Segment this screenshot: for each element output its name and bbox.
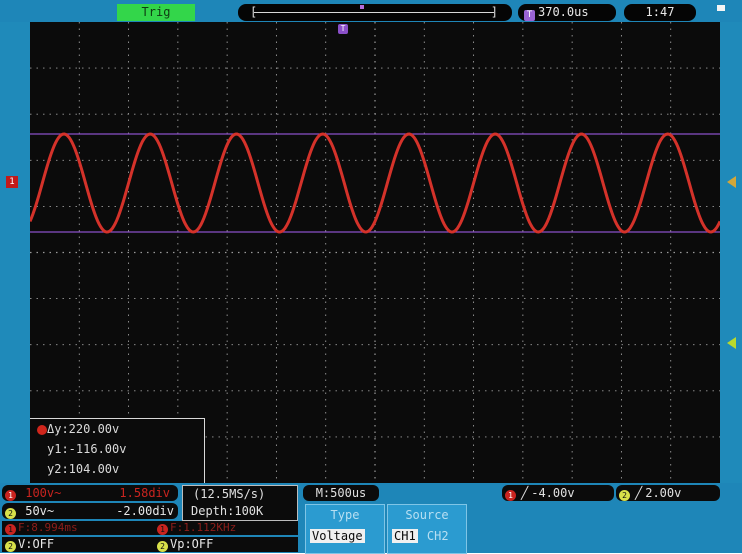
left-marker-strip bbox=[0, 22, 30, 483]
meas-ch1-badge-icon-2: 1 bbox=[157, 524, 168, 535]
meas-ch2-badge-icon: 2 bbox=[5, 541, 16, 552]
meas-ch2-badge-icon-2: 2 bbox=[157, 541, 168, 552]
cursor-delta: Δy:220.00v bbox=[47, 422, 120, 436]
menu-source-title: Source bbox=[405, 508, 449, 522]
memory-depth: Depth:100K bbox=[191, 504, 264, 518]
meas-ch1-freq: F:1.112KHz bbox=[170, 521, 237, 534]
trigger-position-value: 370.0us bbox=[538, 5, 589, 19]
menu-type-value: Voltage bbox=[310, 529, 365, 543]
source-option-ch1[interactable]: CH1 bbox=[392, 529, 418, 543]
trigger-ch2-level: 2.00v bbox=[645, 486, 682, 500]
rising-edge-icon: ╱ bbox=[521, 486, 529, 500]
trigger-position-readout: T 370.0us bbox=[518, 4, 616, 21]
ch1-dot-icon bbox=[37, 425, 47, 435]
meas-ch1-period: F:8.994ms bbox=[18, 521, 78, 534]
memory-track bbox=[254, 12, 494, 13]
trigger-level-arrow-icon[interactable] bbox=[727, 176, 736, 188]
trigger-ch2-badge-icon: 2 bbox=[619, 490, 630, 501]
memory-position-bar: [ ] bbox=[238, 4, 512, 21]
memory-pointer-icon bbox=[360, 5, 364, 9]
trigger-ch1-readout[interactable]: 1 ╱ -4.00v bbox=[502, 485, 614, 501]
ch2-trigger-arrow-icon[interactable] bbox=[727, 337, 736, 349]
trigger-ch1-badge-icon: 1 bbox=[505, 490, 516, 501]
ch1-badge-icon: 1 bbox=[5, 490, 16, 501]
source-option-ch2[interactable]: CH2 bbox=[425, 529, 451, 543]
ch1-position: 1.58div bbox=[119, 486, 170, 500]
menu-type-button[interactable]: Type Voltage bbox=[305, 504, 385, 554]
ch1-info[interactable]: 1 100v~ 1.58div bbox=[2, 485, 178, 501]
cursor-readout-panel: Δy:220.00v y1:-116.00v y2:104.00v bbox=[30, 418, 205, 483]
sample-rate: (12.5MS/s) bbox=[193, 487, 266, 501]
bracket-right-icon: ] bbox=[490, 5, 498, 19]
acquisition-info: (12.5MS/s) Depth:100K bbox=[182, 485, 298, 521]
trigger-time-marker-icon[interactable]: T bbox=[338, 24, 348, 34]
cursor-y1: y1:-116.00v bbox=[47, 442, 127, 456]
timebase-readout[interactable]: M:500us bbox=[303, 485, 379, 501]
ch2-info[interactable]: 2 50v~ -2.00div bbox=[2, 503, 178, 519]
meas-ch1-badge-icon: 1 bbox=[5, 524, 16, 535]
trigger-position-icon: T bbox=[524, 10, 535, 21]
menu-type-title: Type bbox=[330, 508, 360, 522]
oscilloscope-screen: Trig [ ] T370.0us 1:47 1 T Δy:220.00v y1… bbox=[0, 0, 742, 554]
waveform-display bbox=[30, 22, 720, 483]
trigger-ch2-readout[interactable]: 2 ╱ 2.00v bbox=[616, 485, 720, 501]
trigger-status-badge: Trig bbox=[117, 4, 195, 21]
menu-source-button[interactable]: Source CH1 CH2 bbox=[387, 504, 467, 554]
meas-ch2-v: V:OFF bbox=[18, 537, 55, 551]
ch2-position: -2.00div bbox=[116, 504, 174, 518]
right-marker-strip bbox=[720, 22, 742, 483]
trigger-ch1-level: -4.00v bbox=[531, 486, 575, 500]
top-status-bar: Trig [ ] T370.0us 1:47 bbox=[0, 0, 742, 22]
ch1-volts-div: 100v~ bbox=[25, 486, 62, 500]
ch1-level-marker-icon[interactable]: 1 bbox=[6, 176, 18, 188]
menu-source-options: CH1 CH2 bbox=[392, 528, 451, 544]
ch2-badge-icon: 2 bbox=[5, 508, 16, 519]
measurement-row-ch1: 1 F:8.994ms 1 F:1.112KHz bbox=[2, 521, 298, 535]
rising-edge-icon: ╱ bbox=[635, 486, 643, 500]
measurement-row-ch2: 2 V:OFF 2 Vp:OFF bbox=[2, 537, 298, 552]
menu-type-value-wrap: Voltage bbox=[310, 528, 365, 544]
corner-indicator-icon bbox=[717, 5, 725, 11]
meas-ch2-vp: Vp:OFF bbox=[170, 537, 214, 551]
bottom-status-area: 1 100v~ 1.58div 2 50v~ -2.00div (12.5MS/… bbox=[0, 483, 742, 554]
cursor-y2: y2:104.00v bbox=[47, 462, 120, 476]
clock-readout: 1:47 bbox=[624, 4, 696, 21]
ch2-volts-div: 50v~ bbox=[25, 504, 55, 518]
